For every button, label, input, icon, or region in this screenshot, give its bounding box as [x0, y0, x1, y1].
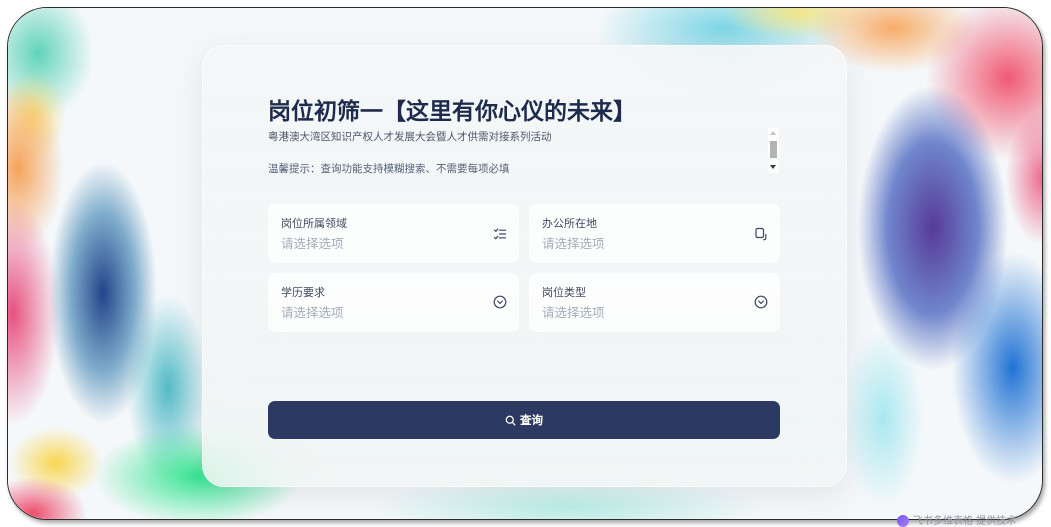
feishu-logo-icon: [897, 515, 909, 527]
field-job-type[interactable]: 岗位类型 请选择选项: [529, 273, 780, 332]
hint-text: 温馨提示：查询功能支持模糊搜索、不需要每项必填: [268, 163, 510, 175]
field-placeholder: 请选择选项: [542, 236, 605, 251]
field-label: 学历要求: [281, 286, 325, 299]
scroll-down-arrow[interactable]: [770, 165, 776, 169]
query-button-label: 查询: [520, 413, 543, 427]
device-icon: [755, 227, 767, 241]
powered-by-badge[interactable]: 飞书多维表格 提供技术: [897, 515, 1016, 527]
checklist-icon: [493, 228, 507, 240]
field-job-domain[interactable]: 岗位所属领域 请选择选项: [268, 204, 519, 263]
field-office-location[interactable]: 办公所在地 请选择选项: [529, 204, 780, 263]
query-button[interactable]: 查询: [268, 401, 780, 439]
form-card: 岗位初筛一【这里有你心仪的未来】 粤港澳大湾区知识产权人才发展大会暨人才供需对接…: [202, 45, 847, 487]
page-subtitle: 粤港澳大湾区知识产权人才发展大会暨人才供需对接系列活动: [268, 131, 552, 143]
app-window: 岗位初筛一【这里有你心仪的未来】 粤港澳大湾区知识产权人才发展大会暨人才供需对接…: [7, 7, 1043, 520]
field-education[interactable]: 学历要求 请选择选项: [268, 273, 519, 332]
powered-by-text: 飞书多维表格 提供技术: [913, 516, 1017, 527]
description-scrollbar[interactable]: [768, 128, 779, 173]
chevron-down-circle-icon: [754, 295, 768, 309]
page-title: 岗位初筛一【这里有你心仪的未来】: [268, 99, 636, 125]
field-label: 岗位类型: [542, 286, 586, 299]
field-placeholder: 请选择选项: [281, 236, 344, 251]
chevron-down-circle-icon: [493, 295, 507, 309]
field-placeholder: 请选择选项: [542, 305, 605, 320]
scroll-up-arrow[interactable]: [770, 131, 776, 135]
field-label: 办公所在地: [542, 217, 597, 230]
field-label: 岗位所属领域: [281, 217, 347, 230]
scroll-thumb[interactable]: [770, 141, 777, 158]
search-icon: [505, 415, 516, 426]
field-placeholder: 请选择选项: [281, 305, 344, 320]
